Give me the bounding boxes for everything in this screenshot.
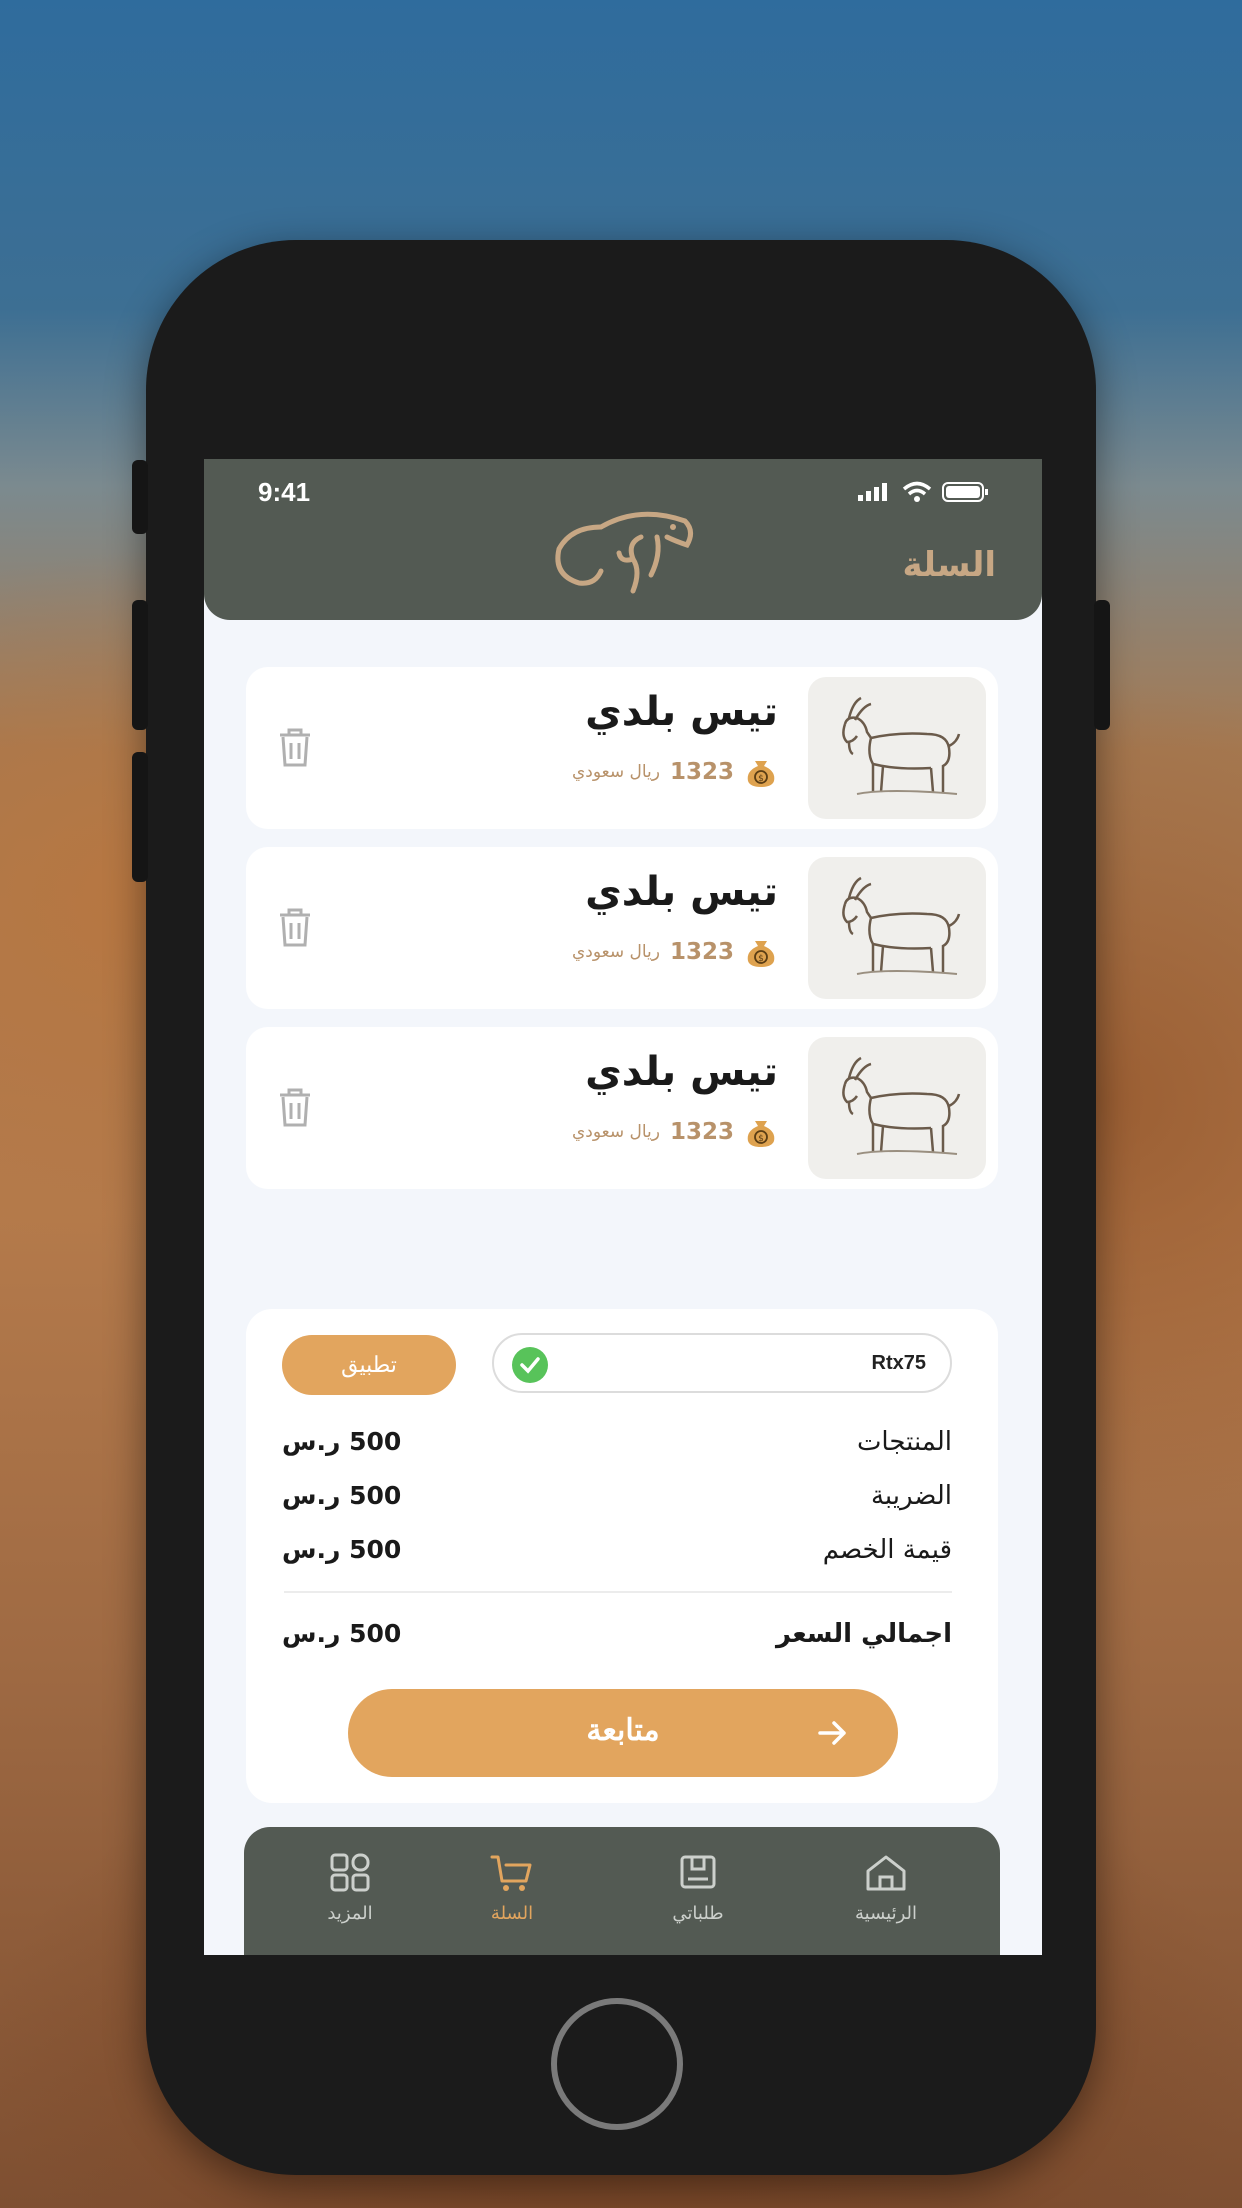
discount-value: 500 ر.س (282, 1535, 402, 1564)
products-label: المنتجات (856, 1427, 952, 1457)
status-icons (858, 481, 988, 503)
bottom-tab-bar: المزيد السلة طلباتي الرئيسية (244, 1827, 1000, 1955)
svg-text:$: $ (758, 954, 764, 964)
home-icon (866, 1855, 906, 1891)
grid-icon (330, 1853, 370, 1892)
money-bag-icon: $ (747, 761, 775, 787)
product-price: 1323 (669, 1119, 734, 1145)
trash-icon[interactable] (274, 1085, 316, 1129)
status-time: 9:41 (258, 477, 311, 507)
goat-icon (842, 876, 961, 975)
money-bag-icon: $ (747, 941, 775, 967)
continue-button[interactable]: متابعة (348, 1689, 898, 1777)
product-price: 1323 (669, 939, 734, 965)
product-image (808, 857, 986, 999)
tab-label: السلة (490, 1903, 534, 1924)
home-button[interactable] (551, 1998, 683, 2130)
signal-icon (858, 483, 887, 501)
money-bag-icon: $ (747, 1121, 775, 1147)
product-image (808, 677, 986, 819)
total-row: اجمالي السعر 500 ر.س (282, 1619, 952, 1659)
product-currency: ريال سعودي (572, 762, 660, 782)
goat-icon (842, 1056, 961, 1155)
product-currency: ريال سعودي (572, 942, 660, 962)
tax-value: 500 ر.س (282, 1481, 402, 1510)
power-button (1094, 600, 1110, 730)
tab-label: طلباتي (672, 1903, 724, 1924)
app-header: 9:41 السلة (204, 459, 1042, 620)
product-price: 1323 (669, 759, 734, 785)
mute-switch (132, 460, 148, 534)
products-row: المنتجات 500 ر.س (282, 1427, 952, 1467)
discount-row: قيمة الخصم 500 ر.س (282, 1535, 952, 1575)
svg-text:$: $ (758, 774, 764, 784)
apply-coupon-button[interactable]: تطبيق (282, 1335, 456, 1395)
tab-cart[interactable]: السلة (452, 1853, 572, 1924)
product-currency: ريال سعودي (572, 1122, 660, 1142)
volume-down-button (132, 752, 148, 882)
price-row: $ 1323 ريال سعودي (572, 1115, 778, 1149)
cart-icon (490, 1855, 532, 1891)
svg-text:$: $ (758, 1134, 764, 1144)
price-row: $ 1323 ريال سعودي (572, 755, 778, 789)
tax-row: الضريبة 500 ر.س (282, 1481, 952, 1521)
tab-label: المزيد (327, 1903, 373, 1924)
tab-home[interactable]: الرئيسية (826, 1853, 946, 1924)
orders-icon (680, 1855, 716, 1889)
check-icon (512, 1347, 548, 1383)
discount-label: قيمة الخصم (822, 1535, 952, 1565)
tab-orders[interactable]: طلباتي (638, 1853, 758, 1924)
total-label: اجمالي السعر (776, 1619, 952, 1649)
goat-icon (842, 696, 961, 795)
app-screen: 9:41 السلة تيس بلدي $ 1323 ريال سعودي تي… (204, 459, 1042, 1955)
product-name: تيس بلدي (585, 869, 778, 915)
coupon-code: Rtx75 (871, 1352, 926, 1374)
wifi-icon (902, 481, 932, 502)
page-title: السلة (902, 545, 996, 585)
battery-icon (942, 482, 988, 502)
cart-item[interactable]: تيس بلدي $ 1323 ريال سعودي (246, 847, 998, 1009)
order-summary: تطبيق Rtx75 المنتجات 500 ر.س الضريبة 500… (246, 1309, 998, 1803)
volume-up-button (132, 600, 148, 730)
product-name: تيس بلدي (585, 689, 778, 735)
price-row: $ 1323 ريال سعودي (572, 935, 778, 969)
product-name: تيس بلدي (585, 1049, 778, 1095)
trash-icon[interactable] (274, 905, 316, 949)
tab-label: الرئيسية (855, 1903, 917, 1924)
arrow-right-icon (818, 1721, 846, 1745)
app-logo-icon (555, 511, 693, 594)
divider (284, 1591, 952, 1593)
coupon-input[interactable]: Rtx75 (492, 1333, 952, 1393)
product-image (808, 1037, 986, 1179)
products-value: 500 ر.س (282, 1427, 402, 1456)
total-value: 500 ر.س (282, 1619, 402, 1648)
cart-item[interactable]: تيس بلدي $ 1323 ريال سعودي (246, 667, 998, 829)
tax-label: الضريبة (870, 1481, 952, 1511)
trash-icon[interactable] (274, 725, 316, 769)
cart-item[interactable]: تيس بلدي $ 1323 ريال سعودي (246, 1027, 998, 1189)
tab-more[interactable]: المزيد (290, 1853, 410, 1924)
